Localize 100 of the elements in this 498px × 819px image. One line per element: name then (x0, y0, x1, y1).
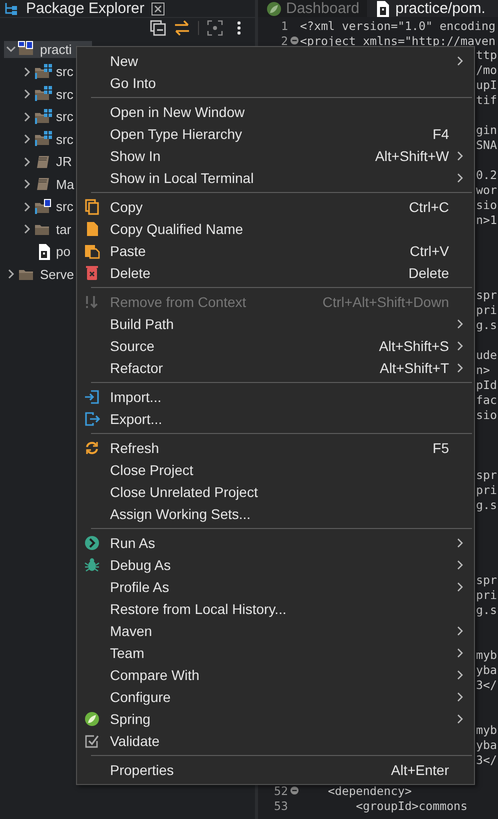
menu-item[interactable]: Spring (77, 708, 474, 730)
code-line: yba (476, 663, 497, 678)
line-number: 52 (273, 784, 288, 798)
code-line: pri (476, 483, 497, 498)
code-line: <project xmlns="http://maven (300, 34, 496, 48)
tree-item-label[interactable]: JR (56, 153, 72, 170)
code-line: fac (476, 393, 497, 408)
menu-item[interactable]: Profile As (77, 576, 474, 598)
package-folder-icon (34, 64, 54, 80)
menu-item[interactable]: Properties Alt+Enter (77, 759, 474, 781)
bug-icon (84, 557, 100, 573)
menu-item[interactable]: Restore from Local History... (77, 598, 474, 620)
code-line: 3</ (476, 678, 497, 693)
code-line: n> (476, 363, 490, 378)
import-icon (84, 389, 100, 405)
menu-item[interactable]: Go Into (77, 72, 474, 94)
checkbox-icon (84, 733, 100, 749)
spring-folder-icon (34, 198, 54, 215)
editor-tab[interactable]: Dashboard (258, 0, 368, 17)
code-line: tif (476, 93, 497, 108)
code-line: g.s (476, 603, 497, 618)
menu-item[interactable]: Assign Working Sets... (77, 503, 474, 525)
tree-item-label[interactable]: src (56, 198, 74, 216)
paste-icon (84, 243, 100, 259)
code-line: n>1 (476, 213, 497, 228)
menu-item[interactable]: Close Project (77, 459, 474, 481)
menu-item[interactable]: Delete Delete (77, 262, 474, 284)
code-line: spr (476, 288, 497, 303)
menu-item[interactable]: Refresh F5 (77, 437, 474, 459)
menu-item[interactable]: Copy Qualified Name (77, 218, 474, 240)
code-line: /mo (476, 63, 497, 78)
line-number: 53 (273, 798, 288, 812)
code-line: myb (476, 648, 497, 663)
code-line: g.s (476, 318, 497, 333)
code-line: SNA (476, 138, 497, 153)
menu-item[interactable]: Validate (77, 730, 474, 752)
menu-item[interactable]: Debug As (77, 554, 474, 576)
package-folder-icon (34, 131, 54, 148)
code-line: pri (476, 303, 497, 318)
menu-item[interactable]: Run As (77, 532, 474, 554)
menu-item[interactable]: Open Type Hierarchy F4 (77, 123, 474, 145)
close-icon[interactable] (150, 1, 166, 17)
menu-item[interactable]: Import... (77, 386, 474, 408)
collapse-all-icon[interactable] (150, 20, 166, 36)
view-tab-title[interactable]: Package Explorer (26, 0, 144, 17)
line-number: 2 (280, 34, 288, 48)
menu-item[interactable]: Copy Ctrl+C (77, 196, 474, 218)
code-line: g.s (476, 498, 497, 513)
delete-icon (84, 265, 100, 281)
leaf-icon (266, 0, 282, 16)
menu-item[interactable]: Export... (77, 408, 474, 430)
focus-icon[interactable] (207, 20, 223, 36)
code-line: sio (476, 408, 497, 423)
code-line: gin (476, 123, 497, 138)
tree-item-label[interactable]: src (56, 63, 74, 80)
code-line: myb (476, 723, 497, 738)
code-line: wor (476, 183, 497, 198)
menu-item[interactable]: Paste Ctrl+V (77, 240, 474, 262)
code-line: 0.2 (476, 168, 497, 183)
fold-icon[interactable] (290, 786, 298, 795)
menu-item[interactable]: Refactor Alt+Shift+T (77, 357, 474, 379)
tree-item-label[interactable]: tar (56, 220, 72, 238)
menu-item[interactable]: Source Alt+Shift+S (77, 335, 474, 357)
menu-item[interactable]: Show in Local Terminal (77, 167, 474, 189)
menu-item[interactable]: Open in New Window (77, 101, 474, 123)
tree-item-label[interactable]: src (56, 86, 74, 103)
code-line: sio (476, 198, 497, 213)
copy-icon (84, 199, 100, 215)
code-line: <dependency> (326, 784, 412, 798)
tree-item-label[interactable]: src (56, 130, 74, 148)
run-icon (84, 535, 100, 551)
menu-item[interactable]: Compare With (77, 664, 474, 686)
code-line: <groupId>commons (354, 798, 468, 812)
code-line: <?xml version="1.0" encoding (300, 18, 496, 32)
fold-icon[interactable] (290, 36, 298, 45)
menu-item[interactable]: Show In Alt+Shift+W (77, 145, 474, 167)
code-line: ude (476, 348, 497, 363)
code-line: spr (476, 468, 497, 483)
menu-item[interactable]: Configure (77, 686, 474, 708)
package-folder-icon (34, 86, 54, 102)
menu-item[interactable]: Team (77, 642, 474, 664)
link-arrows-icon[interactable] (174, 20, 190, 36)
remove-icon (84, 294, 100, 310)
editor-tab[interactable]: practice/pom. (367, 0, 498, 17)
package-folder-icon (34, 108, 54, 125)
menu-item[interactable]: Maven (77, 620, 474, 642)
tree-item-label[interactable]: src (56, 108, 74, 126)
tree-item-label[interactable]: Serve (40, 266, 74, 283)
menu-item[interactable]: Build Path (77, 313, 474, 335)
code-line: yba (476, 738, 497, 753)
refresh-icon (84, 440, 100, 456)
tree-item-label[interactable]: practi (40, 40, 72, 58)
code-line: upI (476, 78, 497, 93)
code-line: 3</ (476, 753, 497, 768)
code-line: pId (476, 378, 497, 393)
menu-item[interactable]: Close Unrelated Project (77, 481, 474, 503)
tree-item-label[interactable]: Ma (56, 176, 74, 193)
package-explorer-icon (4, 1, 20, 17)
tree-item-label[interactable]: po (56, 243, 70, 260)
code-line: pri (476, 588, 497, 603)
